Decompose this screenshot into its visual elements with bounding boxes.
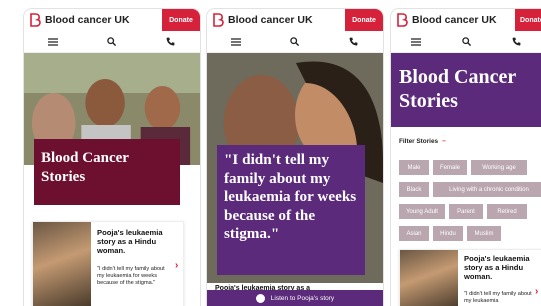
nav-bar <box>207 31 383 53</box>
filter-tag[interactable]: Black <box>399 182 429 197</box>
filter-tag[interactable]: Male <box>399 160 429 175</box>
screens-collage: Blood cancer UK Donate Blood Cancer Stor… <box>0 0 541 306</box>
filter-tag[interactable]: Working age <box>471 160 527 175</box>
site-header: Blood cancer UK Donate <box>391 9 541 31</box>
search-icon[interactable] <box>287 35 303 49</box>
search-icon[interactable] <box>458 35 474 49</box>
donate-button[interactable]: Donate <box>515 9 541 31</box>
phone-icon[interactable] <box>163 35 179 49</box>
brand-name[interactable]: Blood cancer UK <box>228 14 313 26</box>
hamburger-menu-icon[interactable] <box>45 35 61 49</box>
brand-logo-icon[interactable] <box>29 13 41 27</box>
brand-logo-icon[interactable] <box>212 13 224 27</box>
pull-quote: "I didn't tell my family about my leukae… <box>217 145 365 275</box>
filter-tag[interactable]: Young Adult <box>399 204 445 219</box>
story-card-title[interactable]: Pooja's leukaemia story as a Hindu woman… <box>97 228 175 255</box>
site-header: Blood cancer UK Donate <box>24 9 200 31</box>
chevron-right-icon[interactable]: › <box>535 286 538 297</box>
phone-icon[interactable] <box>346 35 362 49</box>
mobile-screen-filter: Blood cancer UK Donate Blood CancerStori… <box>390 8 541 306</box>
page-title-line-1: Blood Cancer <box>399 66 517 88</box>
page-title-line-2: Stories <box>399 90 458 112</box>
search-icon[interactable] <box>104 35 120 49</box>
chevron-right-icon[interactable]: › <box>175 260 178 271</box>
story-card[interactable]: Pooja's leukaemia story as a Hindu woman… <box>399 249 541 306</box>
story-card-excerpt: "I didn't tell my family about my leukae… <box>464 291 532 305</box>
donate-button[interactable]: Donate <box>162 9 200 31</box>
nav-bar <box>391 31 541 53</box>
filter-label: Filter Stories <box>399 138 439 145</box>
story-card-image <box>400 250 458 306</box>
brand-name[interactable]: Blood cancer UK <box>412 14 497 26</box>
site-header: Blood cancer UK Donate <box>207 9 383 31</box>
filter-tag[interactable]: Parent <box>449 204 483 219</box>
hero-title: Blood Cancer Stories <box>41 150 129 185</box>
brand-logo-icon[interactable] <box>396 13 408 27</box>
filter-tag[interactable]: Living with a chronic condition <box>433 182 541 197</box>
story-card[interactable]: Pooja's leukaemia story as a Hindu woman… <box>32 221 184 306</box>
play-icon <box>255 294 265 303</box>
donate-button[interactable]: Donate <box>345 9 383 31</box>
filter-tag[interactable]: Hindu <box>433 226 463 241</box>
hamburger-menu-icon[interactable] <box>228 35 244 49</box>
filter-tag[interactable]: Female <box>433 160 467 175</box>
nav-bar <box>24 31 200 53</box>
brand-name[interactable]: Blood cancer UK <box>45 14 130 26</box>
mobile-screen-story: Blood cancer UK Donate "I didn't tell my… <box>206 8 384 306</box>
listen-label: Listen to Pooja's story <box>270 295 335 302</box>
listen-button[interactable]: Listen to Pooja's story <box>207 290 383 306</box>
story-card-excerpt: "I didn't tell my family about my leukae… <box>97 266 165 287</box>
filter-tag[interactable]: Asian <box>399 226 429 241</box>
page-title: Blood Cancer Stories <box>399 65 516 113</box>
hero-title-box: Blood Cancer Stories <box>34 139 180 205</box>
story-card-image <box>33 222 91 306</box>
pull-quote-text: "I didn't tell my family about my leukae… <box>224 151 357 242</box>
page-hero: Blood Cancer Stories <box>391 53 541 127</box>
collapse-icon[interactable]: − <box>442 138 446 145</box>
phone-icon[interactable] <box>508 35 524 49</box>
filter-tag[interactable]: Muslim <box>467 226 501 241</box>
mobile-screen-home: Blood cancer UK Donate Blood Cancer Stor… <box>23 8 201 306</box>
filter-tag[interactable]: Retired <box>487 204 527 219</box>
filter-toggle[interactable]: Filter Stories − <box>399 138 446 145</box>
story-card-title[interactable]: Pooja's leukaemia story as a Hindu woman… <box>464 254 538 281</box>
hamburger-menu-icon[interactable] <box>408 35 424 49</box>
